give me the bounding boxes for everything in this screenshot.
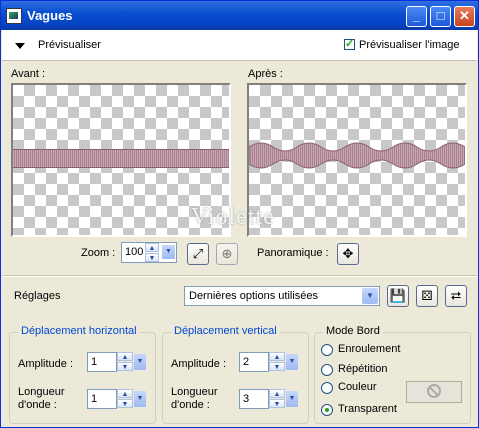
edge-mode-title: Mode Bord — [323, 325, 383, 337]
before-band — [13, 149, 229, 168]
preset-dropdown[interactable]: Dernières options utilisées ▼ — [184, 286, 380, 306]
preview-image-checkbox[interactable] — [344, 37, 355, 50]
before-label: Avant : — [11, 68, 46, 80]
h-amplitude-label: Amplitude : — [18, 358, 74, 370]
h-amplitude-spinner[interactable]: ▲ ▼ — [117, 352, 133, 371]
pan-label: Panoramique : — [257, 247, 329, 259]
h-wavelength-dropdown[interactable]: ▼ — [134, 391, 146, 407]
chevron-down-icon[interactable]: ▼ — [362, 288, 378, 304]
zoom-label: Zoom : — [81, 247, 116, 259]
h-wavelength-spinner[interactable]: ▲ ▼ — [117, 389, 133, 408]
radio-repeat[interactable] — [321, 364, 333, 376]
preview-image-label[interactable]: Prévisualiser l'image — [359, 39, 460, 51]
preview-toggle-label[interactable]: Prévisualiser — [38, 39, 101, 51]
v-wavelength-label-1: Longueur — [171, 386, 218, 398]
zoom-value: 100 — [125, 246, 144, 258]
v-amplitude-label: Amplitude : — [171, 358, 227, 370]
radio-transparent[interactable] — [321, 404, 333, 416]
v-wavelength-label-2: d'onde : — [171, 399, 210, 411]
collapse-triangle-icon[interactable] — [15, 43, 25, 49]
window-title: Vagues — [27, 8, 73, 23]
after-preview[interactable] — [247, 83, 467, 237]
v-wavelength-spinner[interactable]: ▲ ▼ — [269, 389, 285, 408]
zoom-field[interactable]: 100 ▲ ▼ ▼ — [121, 242, 177, 263]
vertical-title: Déplacement vertical — [171, 325, 280, 337]
maximize-button[interactable]: □ — [430, 6, 451, 27]
dialog-window: Vagues _ □ ✕ Prévisualiser Prévisualiser… — [0, 0, 479, 428]
h-wavelength-input[interactable]: 1 — [87, 389, 117, 409]
radio-color[interactable] — [321, 382, 333, 394]
radio-wrap-label[interactable]: Enroulement — [338, 343, 400, 355]
preview-bar: Prévisualiser Prévisualiser l'image — [2, 30, 477, 61]
wave-band — [249, 142, 465, 169]
v-amplitude-spinner[interactable]: ▲ ▼ — [269, 352, 285, 371]
move-icon[interactable]: ✥ — [337, 243, 359, 265]
no-color-icon — [427, 384, 441, 398]
h-wavelength-label-2: d'onde : — [18, 399, 57, 411]
watermark: Violette — [191, 204, 275, 230]
dice-icon[interactable]: ⚄ — [416, 285, 438, 307]
h-wavelength-label-1: Longueur — [18, 386, 65, 398]
reset-icon[interactable]: ⮂ — [445, 285, 467, 307]
radio-transparent-label[interactable]: Transparent — [338, 403, 397, 415]
color-swatch[interactable] — [406, 381, 462, 403]
zoom-fit-icon[interactable]: ⤢ — [187, 243, 209, 265]
v-wavelength-dropdown[interactable]: ▼ — [286, 391, 298, 407]
save-preset-icon[interactable]: 💾 — [387, 285, 409, 307]
h-amplitude-input[interactable]: 1 — [87, 352, 117, 372]
app-icon — [6, 8, 22, 24]
h-amplitude-dropdown[interactable]: ▼ — [134, 354, 146, 370]
v-amplitude-dropdown[interactable]: ▼ — [286, 354, 298, 370]
horizontal-title: Déplacement horizontal — [18, 325, 140, 337]
zoom-actual-icon[interactable]: ⊕ — [216, 243, 238, 265]
v-amplitude-input[interactable]: 2 — [239, 352, 269, 372]
radio-repeat-label[interactable]: Répétition — [338, 363, 388, 375]
separator — [2, 275, 477, 277]
title-bar: Vagues _ □ ✕ — [1, 1, 478, 30]
v-wavelength-input[interactable]: 3 — [239, 389, 269, 409]
minimize-button[interactable]: _ — [406, 6, 427, 27]
preset-value: Dernières options utilisées — [189, 290, 319, 302]
radio-color-label[interactable]: Couleur — [338, 381, 377, 393]
settings-label: Réglages — [14, 290, 61, 302]
close-button[interactable]: ✕ — [454, 6, 475, 27]
after-label: Après : — [248, 68, 283, 80]
radio-wrap[interactable] — [321, 344, 333, 356]
